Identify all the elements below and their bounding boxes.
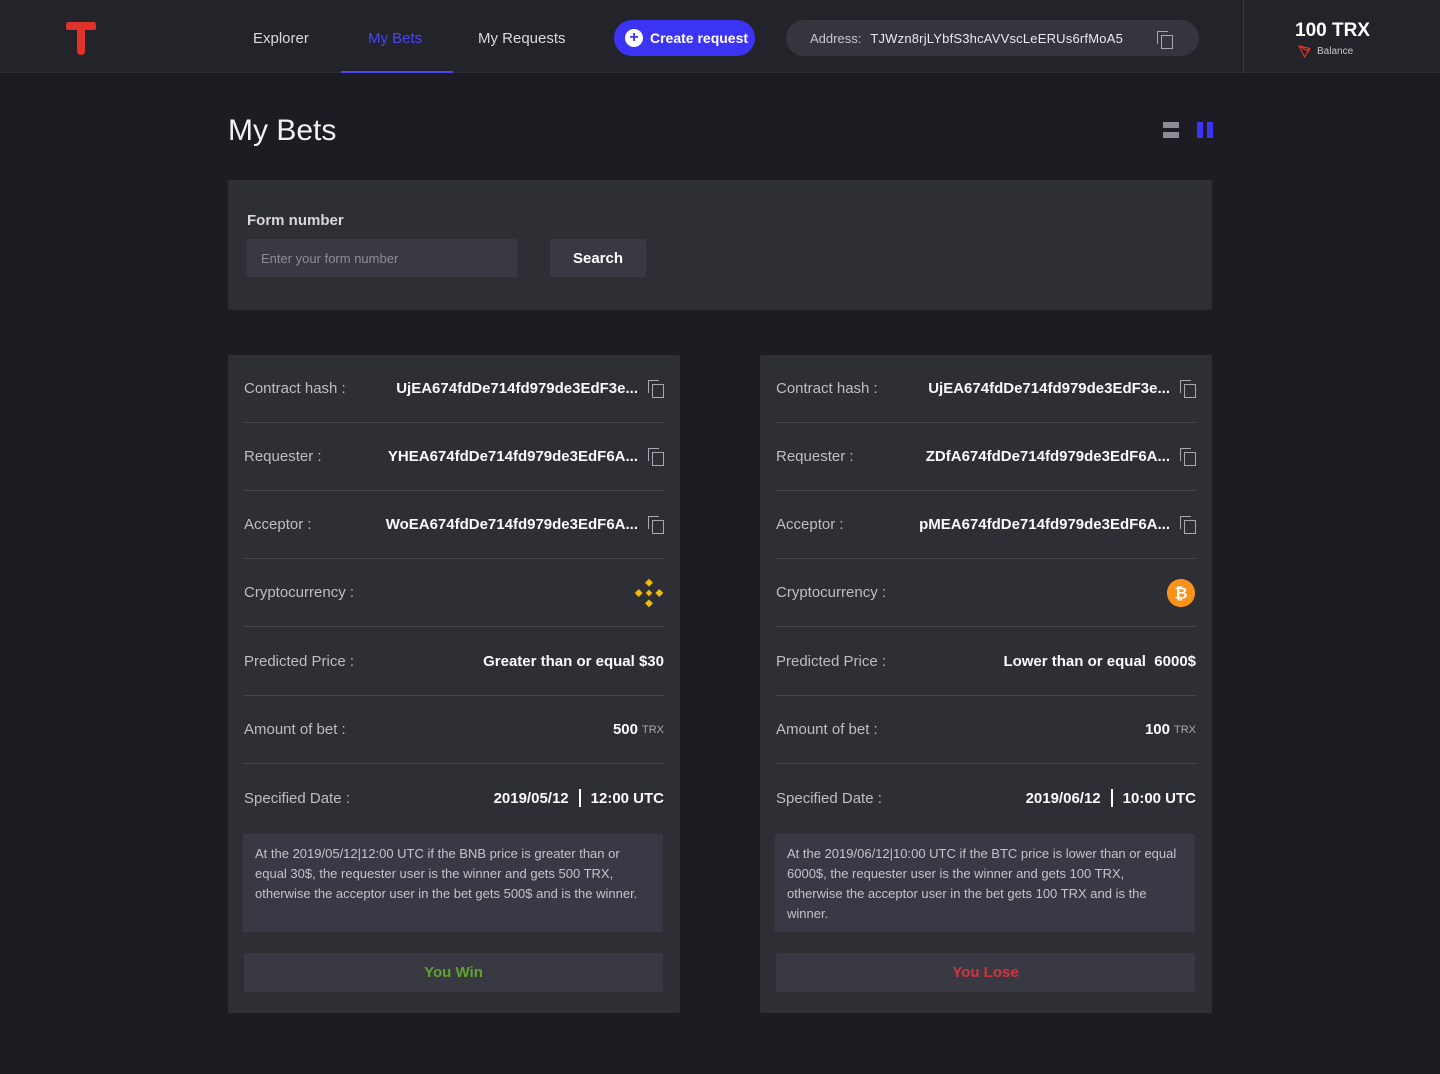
requester-row: Requester : ZDfA674fdDe714fd979de3EdF6A.… — [776, 423, 1196, 491]
copy-contract-hash-icon[interactable] — [648, 380, 664, 398]
address-label: Address: — [810, 30, 862, 46]
svg-text:₿: ₿ — [1175, 583, 1188, 602]
balance-divider — [1243, 0, 1244, 73]
search-panel: Form number Search — [228, 180, 1212, 310]
date-label: Specified Date : — [776, 789, 882, 807]
bet-description: At the 2019/06/12|10:00 UTC if the BTC p… — [775, 834, 1195, 932]
result-button[interactable]: You Lose — [776, 953, 1195, 992]
result-button[interactable]: You Win — [244, 953, 663, 992]
amount-label: Amount of bet : — [244, 721, 346, 738]
bet-card: Contract hash : UjEA674fdDe714fd979de3Ed… — [228, 355, 680, 1013]
predicted-price-label: Predicted Price : — [776, 652, 887, 670]
date-value: 2019/05/12 — [493, 789, 569, 807]
date-row: Specified Date : 2019/05/12 12:00 UTC — [244, 764, 664, 832]
bet-card: Contract hash : UjEA674fdDe714fd979de3Ed… — [760, 355, 1212, 1013]
predicted-price-label: Predicted Price : — [244, 652, 355, 670]
cryptocurrency-row: Cryptocurrency : ₿ — [776, 559, 1196, 627]
list-view-icon[interactable] — [1163, 122, 1179, 138]
date-row: Specified Date : 2019/06/12 10:00 UTC — [776, 764, 1196, 832]
address-value: TJWzn8rjLYbfS3hcAVVscLeERUs6rfMoA5 — [870, 30, 1123, 46]
tron-icon — [1298, 45, 1311, 58]
form-number-label: Form number — [247, 212, 344, 229]
nav-explorer[interactable]: Explorer — [253, 0, 309, 73]
wallet-address: Address: TJWzn8rjLYbfS3hcAVVscLeERUs6rfM… — [786, 20, 1199, 56]
nav-my-bets[interactable]: My Bets — [368, 0, 422, 73]
copy-address-icon[interactable] — [1157, 31, 1173, 49]
acceptor-row: Acceptor : pMEA674fdDe714fd979de3EdF6A..… — [776, 491, 1196, 559]
acceptor-label: Acceptor : — [244, 516, 312, 533]
predicted-price-value: Greater than or equal $30 — [483, 652, 664, 670]
amount-unit: TRX — [1174, 723, 1196, 736]
date-separator — [578, 789, 581, 807]
contract-hash-row: Contract hash : UjEA674fdDe714fd979de3Ed… — [244, 355, 664, 423]
amount-value: 500 — [612, 721, 638, 738]
requester-label: Requester : — [776, 448, 854, 465]
predicted-price-row: Predicted Price : Lower than or equal 60… — [776, 627, 1196, 696]
create-request-label: Create request — [650, 30, 749, 46]
grid-view-icon[interactable] — [1197, 122, 1213, 138]
acceptor-label: Acceptor : — [776, 516, 844, 533]
cryptocurrency-label: Cryptocurrency : — [244, 584, 355, 601]
requester-label: Requester : — [244, 448, 322, 465]
acceptor-value: WoEA674fdDe714fd979de3EdF6A... — [385, 516, 638, 533]
contract-hash-label: Contract hash : — [776, 380, 878, 397]
time-value: 12:00 UTC — [590, 789, 664, 807]
time-value: 10:00 UTC — [1122, 789, 1196, 807]
bet-description: At the 2019/05/12|12:00 UTC if the BNB p… — [243, 834, 663, 932]
amount-row: Amount of bet : 100 TRX — [776, 696, 1196, 764]
top-navigation-bar: Explorer My Bets My Requests + Create re… — [0, 0, 1440, 73]
cryptocurrency-row: Cryptocurrency : — [244, 559, 664, 627]
amount-label: Amount of bet : — [776, 721, 878, 738]
copy-requester-icon[interactable] — [1180, 448, 1196, 466]
nav-my-requests[interactable]: My Requests — [478, 0, 566, 73]
date-label: Specified Date : — [244, 789, 350, 807]
date-separator — [1110, 789, 1113, 807]
acceptor-row: Acceptor : WoEA674fdDe714fd979de3EdF6A..… — [244, 491, 664, 559]
page-title: My Bets — [228, 114, 337, 147]
balance-info: Balance — [1298, 45, 1353, 58]
contract-hash-row: Contract hash : UjEA674fdDe714fd979de3Ed… — [776, 355, 1196, 423]
copy-requester-icon[interactable] — [648, 448, 664, 466]
requester-value: YHEA674fdDe714fd979de3EdF6A... — [387, 448, 638, 465]
active-tab-indicator — [341, 71, 453, 73]
contract-hash-label: Contract hash : — [244, 380, 346, 397]
amount-unit: TRX — [642, 723, 664, 736]
balance-amount: 100 TRX — [1295, 20, 1370, 41]
acceptor-value: pMEA674fdDe714fd979de3EdF6A... — [919, 516, 1170, 533]
form-number-input[interactable] — [247, 239, 517, 277]
create-request-button[interactable]: + Create request — [614, 20, 755, 56]
plus-icon: + — [625, 29, 643, 47]
requester-row: Requester : YHEA674fdDe714fd979de3EdF6A.… — [244, 423, 664, 491]
date-value: 2019/06/12 — [1025, 789, 1101, 807]
copy-acceptor-icon[interactable] — [648, 516, 664, 534]
predicted-price-value: Lower than or equal 6000$ — [1003, 652, 1196, 670]
bitcoin-icon: ₿ — [1166, 578, 1196, 607]
requester-value: ZDfA674fdDe714fd979de3EdF6A... — [925, 448, 1170, 465]
copy-contract-hash-icon[interactable] — [1180, 380, 1196, 398]
cryptocurrency-label: Cryptocurrency : — [776, 584, 887, 601]
amount-value: 100 — [1144, 721, 1170, 738]
contract-hash-value: UjEA674fdDe714fd979de3EdF3e... — [928, 380, 1170, 397]
amount-row: Amount of bet : 500 TRX — [244, 696, 664, 764]
predicted-price-row: Predicted Price : Greater than or equal … — [244, 627, 664, 696]
contract-hash-value: UjEA674fdDe714fd979de3EdF3e... — [396, 380, 638, 397]
search-button[interactable]: Search — [550, 239, 646, 277]
binance-icon — [634, 578, 664, 607]
app-logo-icon[interactable] — [66, 20, 96, 56]
copy-acceptor-icon[interactable] — [1180, 516, 1196, 534]
balance-label: Balance — [1317, 46, 1354, 57]
